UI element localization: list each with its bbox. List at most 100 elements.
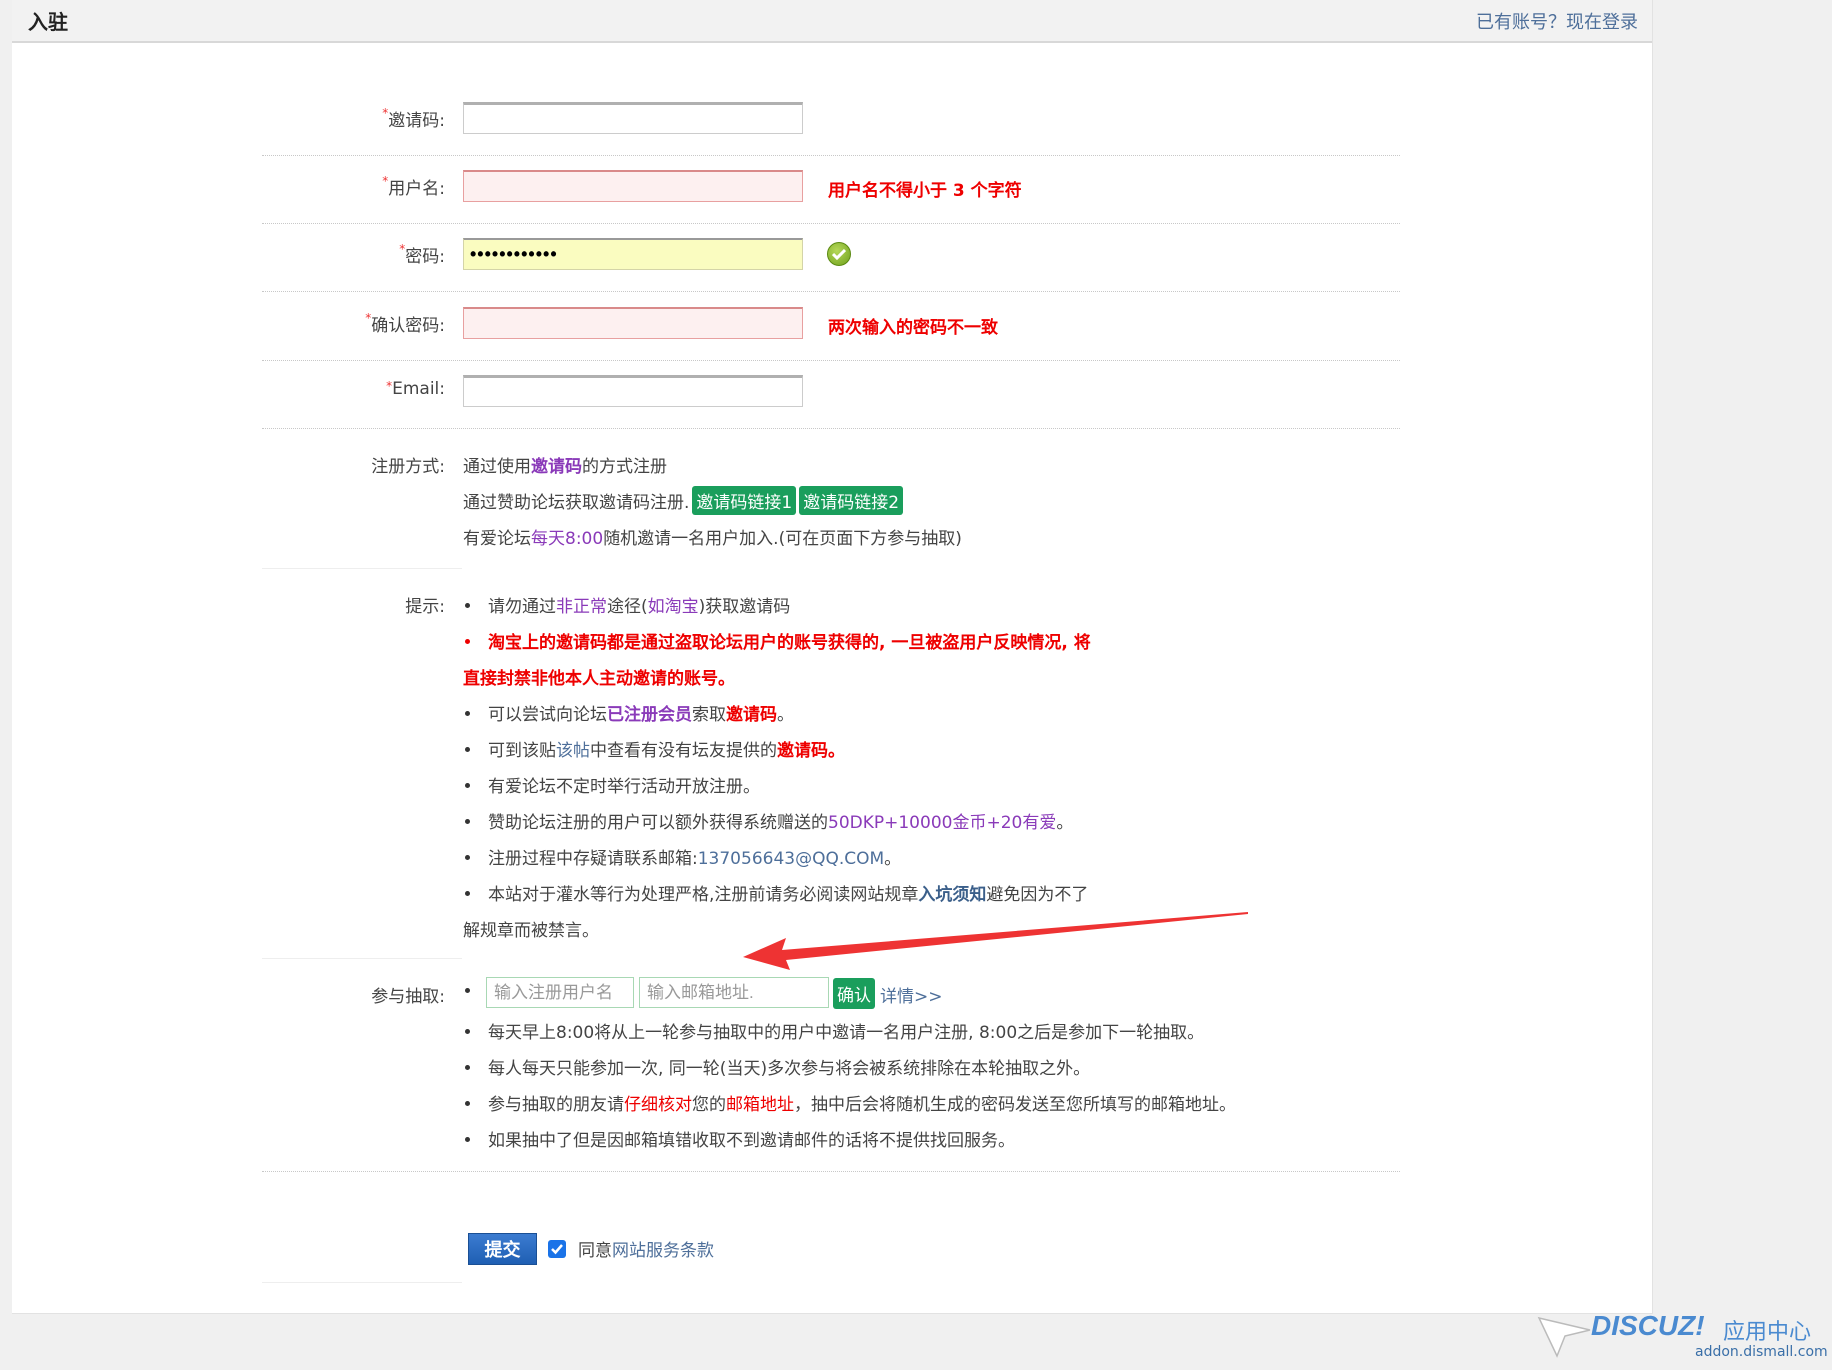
bullet-icon	[465, 1065, 470, 1070]
tip-item: 请勿通过非正常途径(如淘宝)获取邀请码	[463, 592, 790, 617]
text: 随机邀请一名用户加入.(可在页面下方参与抽取)	[603, 529, 962, 549]
registered-members-link[interactable]: 已注册会员	[607, 705, 692, 725]
text: 注册过程中存疑请联系邮箱:	[488, 849, 698, 869]
confirm-password-label: *确认密码:	[365, 311, 445, 336]
divider	[262, 568, 462, 569]
bullet-icon	[465, 1029, 470, 1034]
text: 可以尝试向论坛	[488, 705, 607, 725]
text: 赞助论坛注册的用户可以额外获得系统赠送的	[488, 813, 828, 833]
divider	[262, 291, 1400, 292]
username-label: *用户名:	[382, 174, 445, 199]
tip-item: 可到该贴该帖中查看有没有坛友提供的邀请码。	[463, 736, 845, 761]
bullet-icon	[465, 1137, 470, 1142]
text: 。	[777, 705, 794, 725]
text: 通过赞助论坛获取邀请码注册.	[463, 493, 690, 513]
check-success-icon	[827, 242, 851, 266]
text: 如果抽中了但是因邮箱填错收取不到邀请邮件的话将不提供找回服务。	[488, 1131, 1015, 1151]
text: 每天早上8:00将从上一轮参与抽取中的用户中邀请一名用户注册, 8:00之后是参…	[488, 1023, 1205, 1043]
invite-code-label: *邀请码:	[382, 106, 445, 131]
bullet-icon	[465, 711, 470, 716]
confirm-password-input[interactable]	[463, 307, 803, 339]
email-input[interactable]	[463, 375, 803, 407]
bullet-icon	[465, 639, 470, 644]
reward-highlight: 50DKP+10000金币+20有爱	[828, 813, 1057, 833]
contact-email-link[interactable]: 137056643@QQ.COM	[698, 849, 884, 869]
lottery-label: 参与抽取:	[371, 987, 445, 1007]
tip-item: 注册过程中存疑请联系邮箱:137056643@QQ.COM。	[463, 844, 901, 869]
username-input[interactable]	[463, 170, 803, 202]
tip-item-warning: 淘宝上的邀请码都是通过盗取论坛用户的账号获得的, 一旦被盗用户反映情况, 将	[463, 628, 1091, 653]
lottery-details-link[interactable]: 详情>>	[880, 982, 943, 1007]
text: 。	[1056, 813, 1074, 833]
submit-button[interactable]: 提交	[468, 1233, 537, 1265]
lottery-note: 每天早上8:00将从上一轮参与抽取中的用户中邀请一名用户注册, 8:00之后是参…	[463, 1018, 1204, 1043]
time-highlight: 每天8:00	[531, 529, 604, 549]
login-link[interactable]: 已有账号？现在登录	[1476, 8, 1638, 34]
text: 有爱论坛	[463, 529, 531, 549]
lottery-note: 每人每天只能参加一次, 同一轮(当天)多次参与将会被系统排除在本轮抽取之外。	[463, 1054, 1090, 1079]
invite-link-1-button[interactable]: 邀请码链接1	[692, 486, 797, 515]
tip-item: 赞助论坛注册的用户可以额外获得系统赠送的50DKP+10000金币+20有爱。	[463, 808, 1073, 833]
tip-item: 可以尝试向论坛已注册会员索取邀请码。	[463, 700, 794, 725]
register-method-line2: 通过赞助论坛获取邀请码注册. 邀请码链接1 邀请码链接2	[463, 486, 904, 515]
highlight: 非正常	[556, 597, 607, 617]
tip-item-warning-cont: 直接封禁非他本人主动邀请的账号。	[463, 664, 735, 689]
text: 您的	[692, 1095, 726, 1115]
register-method-line3: 有爱论坛每天8:00随机邀请一名用户加入.(可在页面下方参与抽取)	[463, 524, 962, 549]
lottery-bullet	[463, 982, 488, 1002]
warning-text: 直接封禁非他本人主动邀请的账号。	[463, 669, 735, 689]
text: 同意	[578, 1241, 612, 1261]
divider	[262, 360, 1400, 361]
warning-text: 淘宝上的邀请码都是通过盗取论坛用户的账号获得的, 一旦被盗用户反映情况, 将	[488, 633, 1091, 653]
password-input[interactable]	[463, 238, 803, 270]
agree-checkbox[interactable]	[548, 1240, 566, 1258]
cursor-arrow-icon	[1537, 1316, 1591, 1358]
text: 可到该贴	[488, 741, 556, 761]
highlight: 仔细核对	[624, 1095, 692, 1115]
text: 。	[884, 849, 902, 869]
text: 通过使用	[463, 457, 531, 477]
watermark-suffix: 应用中心	[1723, 1320, 1812, 1345]
text: 途径(	[607, 597, 648, 617]
text: 本站对于灌水等行为处理严格,注册前请务必阅读网站规章	[488, 885, 919, 905]
discuz-watermark: DISCUZ! 应用中心 addon.dismall.com	[1535, 1308, 1828, 1368]
lottery-username-input[interactable]	[486, 977, 634, 1008]
label-text: 确认密码:	[371, 316, 445, 336]
bullet-icon	[465, 1101, 470, 1106]
confirm-password-error-message: 两次输入的密码不一致	[828, 318, 998, 338]
text: 请勿通过	[488, 597, 556, 617]
bullet-icon	[465, 783, 470, 788]
text: 参与抽取的朋友请	[488, 1095, 624, 1115]
username-error-message: 用户名不得小于 3 个字符	[828, 181, 1022, 201]
bullet-icon	[465, 747, 470, 752]
text: 的方式注册	[582, 457, 667, 477]
divider	[262, 1282, 462, 1283]
highlight: 邀请码。	[777, 741, 845, 761]
watermark-brand: DISCUZ!	[1591, 1310, 1705, 1341]
register-method-line1: 通过使用邀请码的方式注册	[463, 452, 667, 477]
text: ，抽中后会将随机生成的密码发送至您所填写的邮箱地址。	[794, 1095, 1236, 1115]
label-text: 邀请码:	[388, 111, 445, 131]
label-text: 用户名:	[388, 179, 445, 199]
password-label: *密码:	[399, 242, 445, 267]
invite-code-input[interactable]	[463, 102, 803, 134]
terms-link[interactable]: 网站服务条款	[612, 1241, 714, 1261]
text: 有爱论坛不定时举行活动开放注册。	[488, 777, 760, 797]
highlight: 邮箱地址	[726, 1095, 794, 1115]
thread-link[interactable]: 该帖	[556, 741, 590, 761]
agree-label: 同意网站服务条款	[578, 1236, 714, 1261]
invite-link-2-button[interactable]: 邀请码链接2	[799, 486, 904, 515]
lottery-confirm-button[interactable]: 确认	[833, 978, 875, 1009]
divider	[262, 155, 1400, 156]
label-text: 密码:	[405, 247, 445, 267]
tip-item: 有爱论坛不定时举行活动开放注册。	[463, 772, 760, 797]
text: 中查看有没有坛友提供的	[590, 741, 777, 761]
bullet-icon	[465, 988, 470, 993]
divider	[262, 428, 1400, 429]
highlight: 如淘宝	[647, 597, 699, 617]
bullet-icon	[465, 603, 470, 608]
bullet-icon	[465, 855, 470, 860]
lottery-email-input[interactable]	[639, 977, 829, 1008]
lottery-note: 如果抽中了但是因邮箱填错收取不到邀请邮件的话将不提供找回服务。	[463, 1126, 1015, 1151]
rules-link[interactable]: 入坑须知	[918, 885, 986, 905]
